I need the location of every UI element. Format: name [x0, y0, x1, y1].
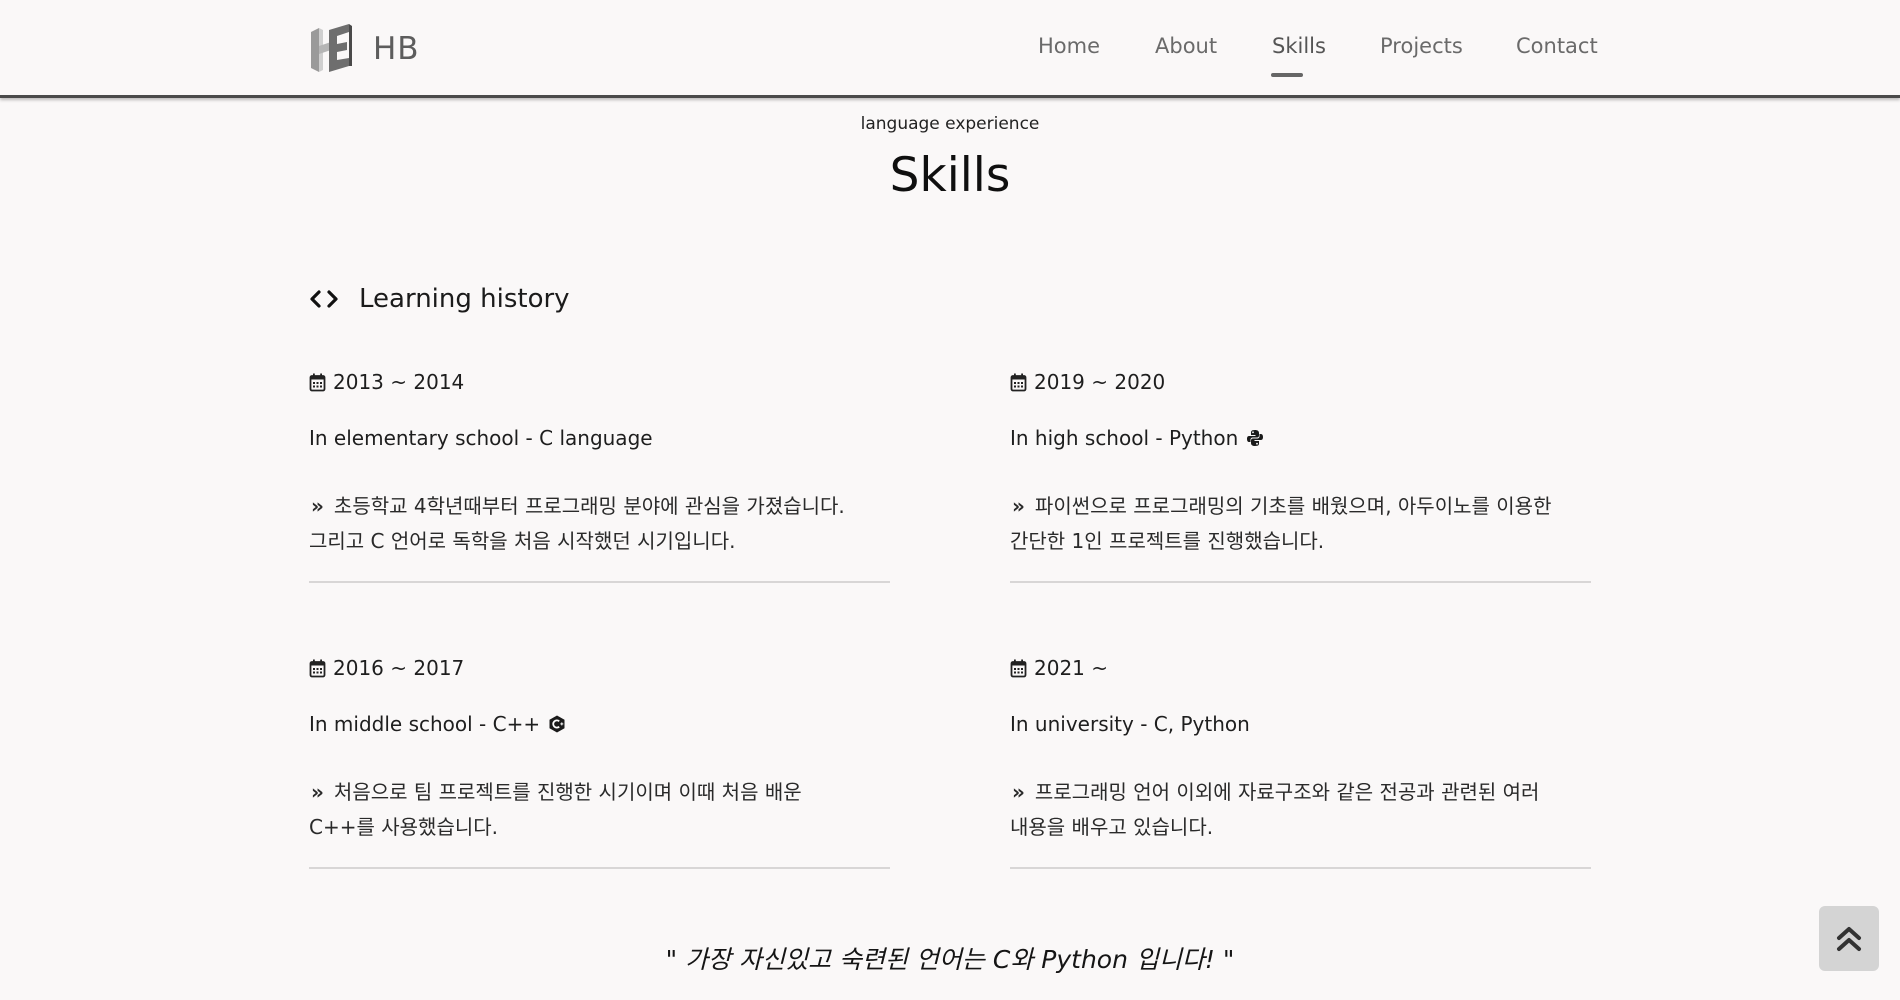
section-title: Learning history: [359, 284, 570, 314]
desc-marker: »: [1012, 780, 1025, 804]
card-description: » 초등학교 4학년때부터 프로그래밍 분야에 관심을 가졌습니다. 그리고 C …: [309, 489, 890, 559]
code-icon: [310, 290, 338, 308]
card-description: » 프로그래밍 언어 이외에 자료구조와 같은 전공과 관련된 여러 내용을 배우…: [1010, 775, 1591, 845]
history-card-highschool: 2019 ~ 2020 In high school - Python » 파이썬…: [1010, 367, 1591, 583]
card-date: 2019 ~ 2020: [1034, 370, 1166, 394]
card-desc-line-2: 간단한 1인 프로젝트를 진행했습니다.: [1010, 529, 1325, 553]
card-desc-line-2: C++를 사용했습니다.: [309, 815, 498, 839]
card-heading: In high school - Python: [1010, 426, 1239, 450]
card-desc-line-2: 그리고 C 언어로 독학을 처음 시작했던 시기입니다.: [309, 529, 736, 553]
nav-about[interactable]: About: [1155, 34, 1217, 58]
page-subtitle: language experience: [860, 114, 1040, 134]
closing-quote: " 가장 자신있고 숙련된 언어는 C와 Python 입니다! ": [665, 945, 1235, 974]
nav-home[interactable]: Home: [1038, 34, 1100, 58]
card-heading: In elementary school - C language: [309, 426, 653, 450]
card-date: 2013 ~ 2014: [333, 370, 465, 394]
nav-skills[interactable]: Skills: [1272, 34, 1326, 58]
card-date: 2021 ~: [1034, 656, 1109, 680]
page-title: Skills: [889, 148, 1011, 203]
card-divider: [1010, 581, 1591, 583]
python-icon: [1247, 430, 1264, 446]
card-heading: In university - C, Python: [1010, 712, 1250, 736]
calendar-icon: [309, 373, 326, 391]
nav-projects[interactable]: Projects: [1380, 34, 1463, 58]
history-card-elementary: 2013 ~ 2014 In elementary school - C lan…: [309, 367, 890, 583]
scroll-to-top-button[interactable]: [1819, 906, 1879, 971]
card-desc-line-1: 파이썬으로 프로그래밍의 기초를 배웠으며, 아두이노를 이용한: [1034, 494, 1552, 518]
history-card-middleschool: 2016 ~ 2017 In middle school - C++ » 처음으로…: [309, 653, 890, 869]
desc-marker: »: [311, 780, 324, 804]
card-divider: [1010, 867, 1591, 869]
double-chevron-up-icon: [1837, 926, 1861, 951]
desc-marker: »: [311, 494, 324, 518]
card-desc-line-1: 프로그래밍 언어 이외에 자료구조와 같은 전공과 관련된 여러: [1034, 780, 1540, 804]
section-header: Learning history: [309, 284, 570, 314]
card-desc-line-1: 초등학교 4학년때부터 프로그래밍 분야에 관심을 가졌습니다.: [333, 494, 845, 518]
desc-marker: »: [1012, 494, 1025, 518]
card-divider: [309, 867, 890, 869]
card-heading: In middle school - C++: [309, 712, 541, 736]
history-card-university: 2021 ~ In university - C, Python » 프로그래밍 …: [1010, 653, 1591, 869]
calendar-icon: [309, 659, 326, 677]
card-description: » 처음으로 팀 프로젝트를 진행한 시기이며 이때 처음 배운 C++를 사용했…: [309, 775, 890, 845]
cplusplus-icon: [549, 715, 565, 733]
nav-contact[interactable]: Contact: [1516, 34, 1598, 58]
site-header: HB Home About Skills Projects Contact: [0, 0, 1900, 98]
calendar-icon: [1010, 659, 1027, 677]
card-desc-line-1: 처음으로 팀 프로젝트를 진행한 시기이며 이때 처음 배운: [333, 780, 802, 804]
card-date: 2016 ~ 2017: [333, 656, 465, 680]
card-description: » 파이썬으로 프로그래밍의 기초를 배웠으며, 아두이노를 이용한 간단한 1인…: [1010, 489, 1591, 559]
card-divider: [309, 581, 890, 583]
calendar-icon: [1010, 373, 1027, 391]
main-nav: Home About Skills Projects Contact: [0, 34, 1900, 94]
card-desc-line-2: 내용을 배우고 있습니다.: [1010, 815, 1214, 839]
nav-active-indicator: [1271, 73, 1303, 77]
